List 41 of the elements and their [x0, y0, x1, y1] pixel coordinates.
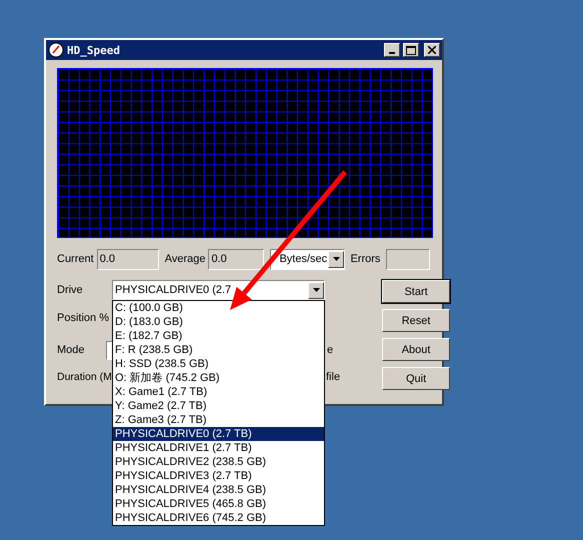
close-icon: [428, 46, 436, 54]
action-button[interactable]: Quit: [382, 367, 450, 390]
drive-option[interactable]: F: R (238.5 GB): [113, 343, 324, 357]
drive-option[interactable]: PHYSICALDRIVE0 (2.7 TB): [113, 427, 324, 441]
action-button[interactable]: About: [382, 338, 450, 361]
window-title: HD_Speed: [67, 44, 121, 56]
mode-label: Mode: [57, 344, 86, 356]
drive-option[interactable]: Y: Game2 (2.7 TB): [113, 399, 324, 413]
drive-option[interactable]: PHYSICALDRIVE4 (238.5 GB): [113, 483, 324, 497]
drive-option[interactable]: PHYSICALDRIVE3 (2.7 TB): [113, 469, 324, 483]
stat-label: Average: [164, 253, 206, 265]
maximize-button[interactable]: [403, 43, 419, 57]
stat-field: 0.0: [208, 248, 264, 270]
drive-option[interactable]: PHYSICALDRIVE6 (745.2 GB): [113, 511, 324, 525]
drive-option[interactable]: PHYSICALDRIVE1 (2.7 TB): [113, 441, 324, 455]
minimize-button[interactable]: [384, 43, 400, 57]
drive-option[interactable]: C: (100.0 GB): [113, 301, 324, 315]
duration-label: Duration (M: [57, 371, 112, 383]
errors-label: Errors: [350, 253, 380, 265]
action-button[interactable]: Start: [382, 280, 450, 303]
drive-option[interactable]: PHYSICALDRIVE5 (465.8 GB): [113, 497, 324, 511]
option-label: file: [326, 371, 340, 383]
option-label: e: [327, 344, 334, 356]
unit-dropdown[interactable]: Bytes/sec: [270, 248, 346, 270]
action-button[interactable]: Reset: [382, 309, 450, 332]
drive-option[interactable]: O: 新加卷 (745.2 GB): [113, 371, 324, 385]
drive-option[interactable]: E: (182.7 GB): [113, 329, 324, 343]
drive-option[interactable]: D: (183.0 GB): [113, 315, 324, 329]
position-label: Position %: [57, 312, 110, 324]
maximize-icon: [406, 46, 416, 54]
stat-field: 0.0: [96, 248, 159, 270]
drive-option[interactable]: X: Game1 (2.7 TB): [113, 385, 324, 399]
drive-option[interactable]: PHYSICALDRIVE2 (238.5 GB): [113, 455, 324, 469]
close-button[interactable]: [424, 43, 440, 57]
drive-dropdown[interactable]: PHYSICALDRIVE0 (2.7: [112, 280, 325, 300]
stat-label: Current: [57, 253, 94, 265]
drive-option[interactable]: Z: Game3 (2.7 TB): [113, 413, 324, 427]
drive-option[interactable]: H: SSD (238.5 GB): [113, 357, 324, 371]
drive-label: Drive: [57, 284, 84, 296]
gauge-icon: [48, 42, 64, 58]
errors-field: [386, 248, 430, 270]
